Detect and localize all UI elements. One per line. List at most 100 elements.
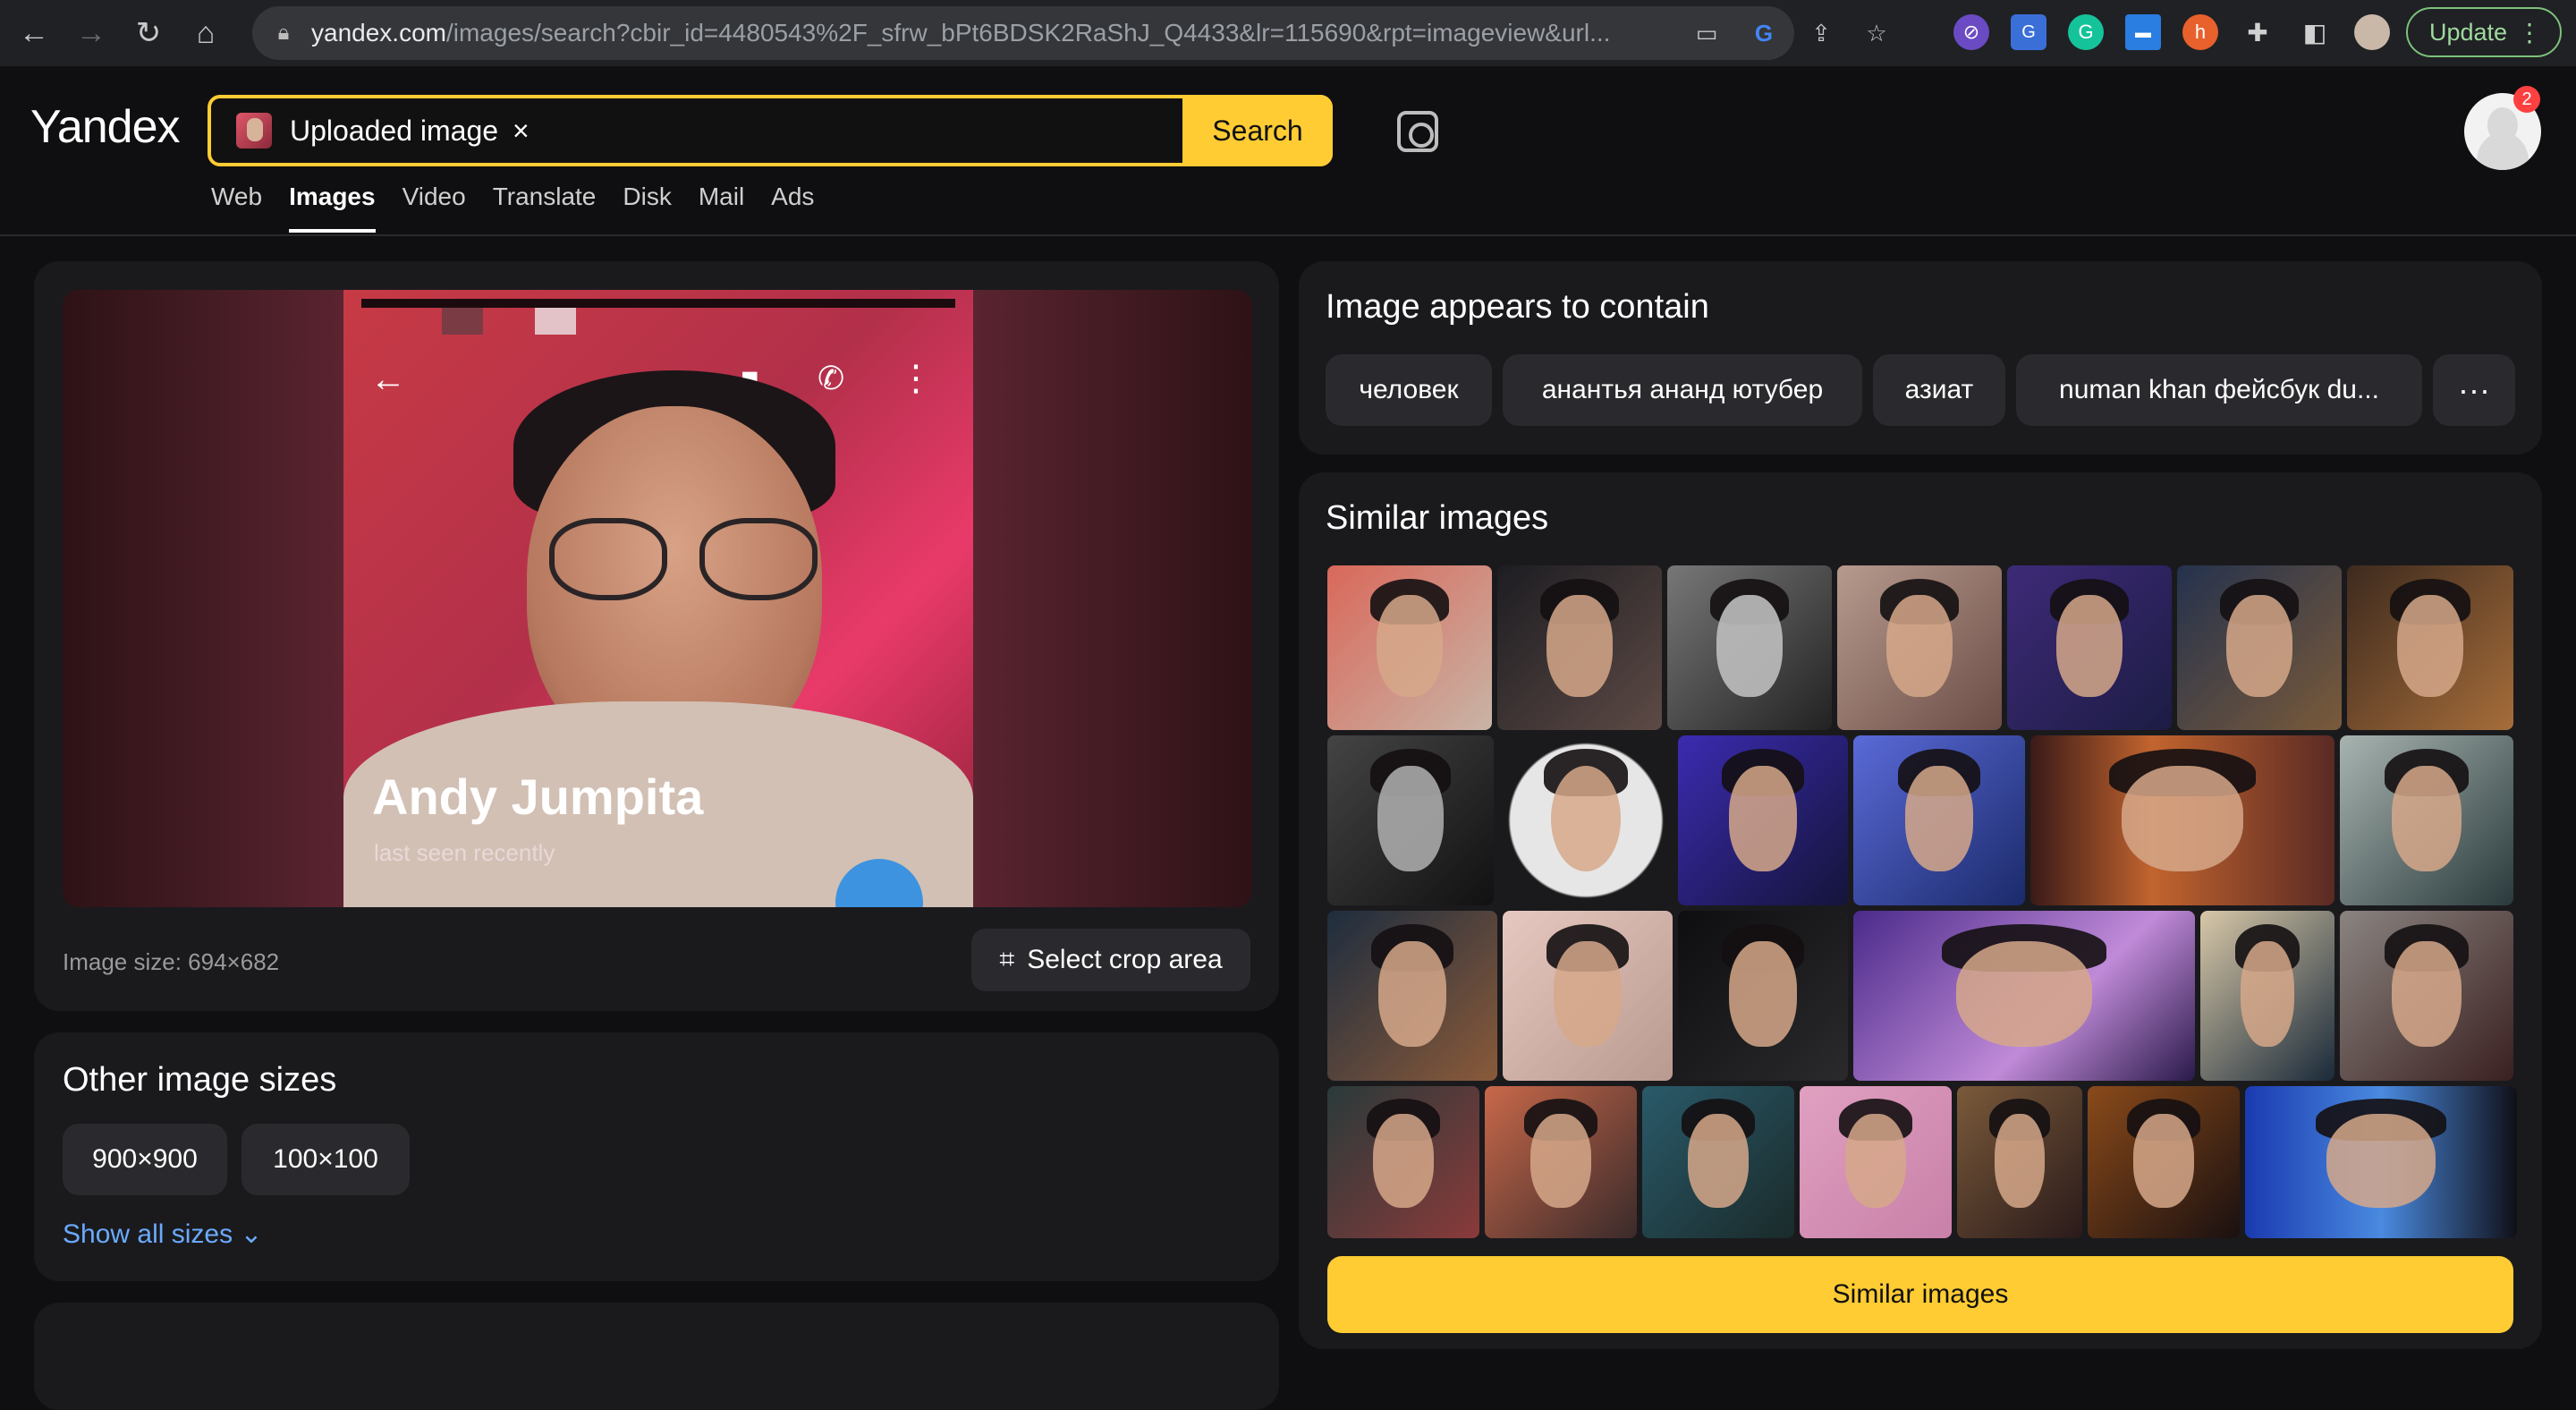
tab-mail[interactable]: Mail [699,183,744,233]
translate-icon[interactable]: G [2011,14,2046,50]
select-crop-area-button[interactable]: ⌗ Select crop area [971,929,1250,991]
similar-thumbnail[interactable] [1957,1086,2082,1238]
similar-thumbnail[interactable] [1327,1086,1479,1238]
contact-status: last seen recently [374,839,555,866]
back-icon[interactable]: ← [11,10,57,56]
similar-thumbnail[interactable] [1678,735,1848,905]
similar-thumbnail[interactable] [2030,735,2334,905]
phone-status-bar [361,299,955,308]
tab-images[interactable]: Images [289,183,376,233]
similar-thumbnail[interactable] [1837,565,2002,730]
service-tabs: Web Images Video Translate Disk Mail Ads [211,183,814,233]
phone-icon: ✆ [818,360,845,396]
share-icon[interactable]: ⇪ [1807,19,1835,47]
arrow-left-icon: ← [370,360,406,399]
tag-chip[interactable]: азиат [1873,354,2005,426]
similar-thumbnail[interactable] [1678,911,1848,1081]
similar-thumbnail[interactable] [2177,565,2342,730]
similar-thumbnail[interactable] [1853,911,2195,1081]
similar-thumbnail[interactable] [1327,911,1497,1081]
honey-icon[interactable]: h [2182,14,2218,50]
tab-disk[interactable]: Disk [623,183,671,233]
more-tags-icon[interactable]: ··· [2433,354,2515,426]
update-button[interactable]: Update ⋮ [2406,7,2562,57]
lock-icon: 🔒︎ [277,21,290,45]
size-chip-900[interactable]: 900×900 [63,1124,227,1195]
similar-thumbnail[interactable] [1327,565,1492,730]
similar-thumbnail[interactable] [2200,911,2334,1081]
contact-name: Andy Jumpita [372,769,704,825]
section-title: Similar images [1326,499,1549,537]
bookmark-star-icon[interactable]: ☆ [1862,19,1891,47]
image-preview-panel: ← ■ ✆ ⋮ Andy Jumpita last seen recently … [34,261,1279,1011]
site-header: Yandex Uploaded image × Search 2 Web Ima… [0,68,2576,236]
tab-video[interactable]: Video [402,183,466,233]
similar-thumbnail[interactable] [1497,565,1662,730]
crop-icon: ⌗ [999,945,1015,974]
clipboard-icon[interactable]: ▭ [1692,19,1721,47]
profile-icon[interactable] [2354,14,2390,50]
similar-thumbnail[interactable] [1642,1086,1794,1238]
screen-icon[interactable]: ▬ [2125,14,2161,50]
similar-thumbnail[interactable] [1327,735,1494,905]
similar-row [1327,565,2513,730]
similar-thumbnail[interactable] [1853,735,2025,905]
more-vertical-icon[interactable]: ⋮ [2517,18,2542,47]
tag-chip[interactable]: человек [1326,354,1492,426]
tag-chip[interactable]: numan khan фейсбук du... [2016,354,2422,426]
crop-button-label: Select crop area [1027,945,1223,974]
reload-icon[interactable]: ↻ [125,10,172,56]
similar-thumbnail[interactable] [1499,735,1673,905]
similar-thumbnail[interactable] [1667,565,1832,730]
sidepanel-icon[interactable]: ◧ [2297,14,2333,50]
glasses [549,518,818,600]
tab-web[interactable]: Web [211,183,262,233]
close-icon[interactable]: × [513,115,530,148]
chip-label: Uploaded image [290,114,499,147]
similar-row [1327,911,2513,1081]
image-contains-panel: Image appears to contain человек анантья… [1299,261,2542,454]
chevron-down-icon: ⌄ [240,1219,263,1249]
camera-icon[interactable] [1397,111,1438,152]
uploaded-thumbnail [236,113,272,149]
similar-thumbnail[interactable] [1800,1086,1952,1238]
show-all-sizes-link[interactable]: Show all sizes ⌄ [63,1219,263,1250]
similar-row [1327,735,2513,905]
next-section-panel [34,1303,1279,1410]
preview-blur-left [63,290,343,907]
image-size-label: Image size: 694×682 [63,948,280,975]
yandex-logo[interactable]: Yandex [30,100,181,154]
similar-thumbnail[interactable] [2007,565,2172,730]
search-button[interactable]: Search [1182,95,1333,166]
similar-thumbnail[interactable] [1503,911,1673,1081]
similar-thumbnail[interactable] [1485,1086,1637,1238]
size-chip-100[interactable]: 100×100 [242,1124,410,1195]
similar-thumbnail[interactable] [2340,735,2513,905]
extension-icon[interactable]: ⊘ [1953,14,1989,50]
grammarly-icon[interactable]: G [2068,14,2104,50]
url-text: yandex.com/images/search?cbir_id=4480543… [311,19,1611,47]
show-all-label: Show all sizes [63,1219,233,1249]
tag-chip[interactable]: анантья ананд ютубер [1503,354,1862,426]
forward-icon[interactable]: → [68,10,114,56]
address-bar[interactable]: 🔒︎ yandex.com/images/search?cbir_id=4480… [252,6,1887,60]
image-preview[interactable]: ← ■ ✆ ⋮ Andy Jumpita last seen recently [63,290,1252,907]
tab-ads[interactable]: Ads [771,183,814,233]
uploaded-image-chip[interactable]: Uploaded image × [236,113,530,149]
similar-images-panel: Similar images Similar images [1299,472,2542,1349]
puzzle-icon[interactable]: ✚ [2240,14,2275,50]
google-icon[interactable]: G [1750,19,1778,47]
phone-status-block [535,308,576,335]
search-box[interactable]: Uploaded image × Search [208,95,1333,166]
home-icon[interactable]: ⌂ [182,10,229,56]
uploaded-image: ← ■ ✆ ⋮ Andy Jumpita last seen recently [343,290,973,907]
similar-thumbnail[interactable] [2347,565,2513,730]
more-vertical-icon: ⋮ [898,359,934,398]
similar-images-button[interactable]: Similar images [1327,1256,2513,1333]
browser-toolbar: ← → ↻ ⌂ 🔒︎ yandex.com/images/search?cbir… [0,0,2576,66]
similar-thumbnail[interactable] [2340,911,2513,1081]
preview-blur-right [971,290,1252,907]
similar-thumbnail[interactable] [2088,1086,2240,1238]
tab-translate[interactable]: Translate [493,183,597,233]
similar-thumbnail[interactable] [2245,1086,2517,1238]
